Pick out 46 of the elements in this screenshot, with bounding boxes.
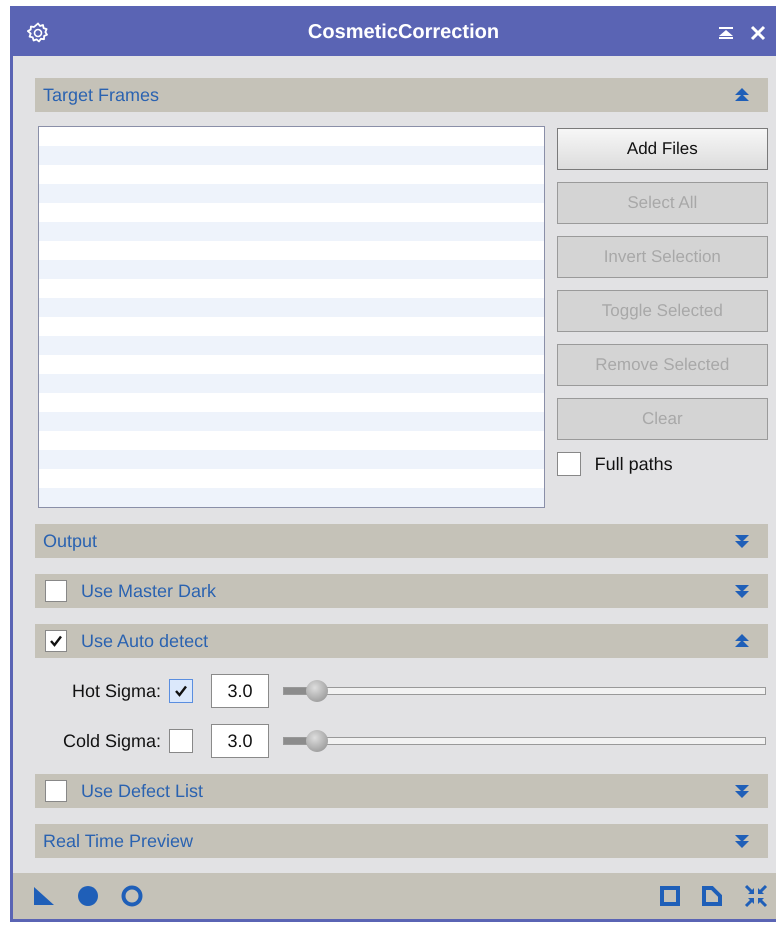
expand-icon[interactable]: [734, 583, 750, 599]
expand-icon[interactable]: [734, 533, 750, 549]
field-label: Cold Sigma:: [62, 730, 161, 752]
section-header[interactable]: Target Frames: [35, 78, 768, 112]
checkbox[interactable]: [45, 580, 67, 602]
section-title: Use Master Dark: [81, 580, 218, 602]
expand-icon[interactable]: [734, 783, 750, 799]
collapse-icon[interactable]: [734, 87, 750, 103]
section-header[interactable]: Use Defect List: [35, 774, 768, 808]
input-field[interactable]: 3.0: [211, 724, 269, 758]
slider-track[interactable]: [283, 687, 766, 695]
triangle-icon[interactable]: [33, 886, 55, 906]
checkbox[interactable]: [45, 780, 67, 802]
expand-icon[interactable]: [734, 833, 750, 849]
section-header[interactable]: Use Auto detect: [35, 624, 768, 658]
slider-track[interactable]: [283, 737, 766, 745]
slider-thumb[interactable]: [306, 680, 328, 702]
close-icon[interactable]: [750, 24, 766, 40]
slider-thumb[interactable]: [306, 730, 328, 752]
checkmark-icon: [49, 634, 63, 648]
input-field[interactable]: 3.0: [211, 674, 269, 708]
field-label: Hot Sigma:: [70, 680, 161, 702]
collapse-icon[interactable]: [734, 633, 750, 649]
window-title: CosmeticCorrection: [306, 21, 500, 44]
settings-icon[interactable]: [27, 22, 49, 44]
shade-icon[interactable]: [718, 26, 734, 40]
ring-icon[interactable]: [121, 885, 143, 907]
section-title: Target Frames: [43, 84, 160, 106]
square-icon[interactable]: [660, 886, 680, 906]
circle-icon[interactable]: [77, 885, 99, 907]
section-title: Use Auto detect: [81, 630, 210, 652]
checkbox-label: Full paths: [594, 454, 673, 474]
section-header[interactable]: Real Time Preview: [35, 824, 768, 858]
checkbox[interactable]: [45, 630, 67, 652]
document-icon[interactable]: [702, 886, 722, 906]
checkbox[interactable]: [169, 679, 193, 703]
section-title: Use Defect List: [81, 780, 204, 802]
checkmark-icon: [174, 684, 188, 698]
section-header[interactable]: Output: [35, 524, 768, 558]
shrink-icon[interactable]: [744, 884, 768, 908]
action-button[interactable]: Add Files: [556, 128, 768, 170]
section-header[interactable]: Use Master Dark: [35, 574, 768, 608]
section-title: Real Time Preview: [43, 830, 194, 852]
section-title: Output: [43, 530, 98, 552]
checkbox[interactable]: [169, 729, 193, 753]
checkbox[interactable]: [556, 452, 581, 476]
